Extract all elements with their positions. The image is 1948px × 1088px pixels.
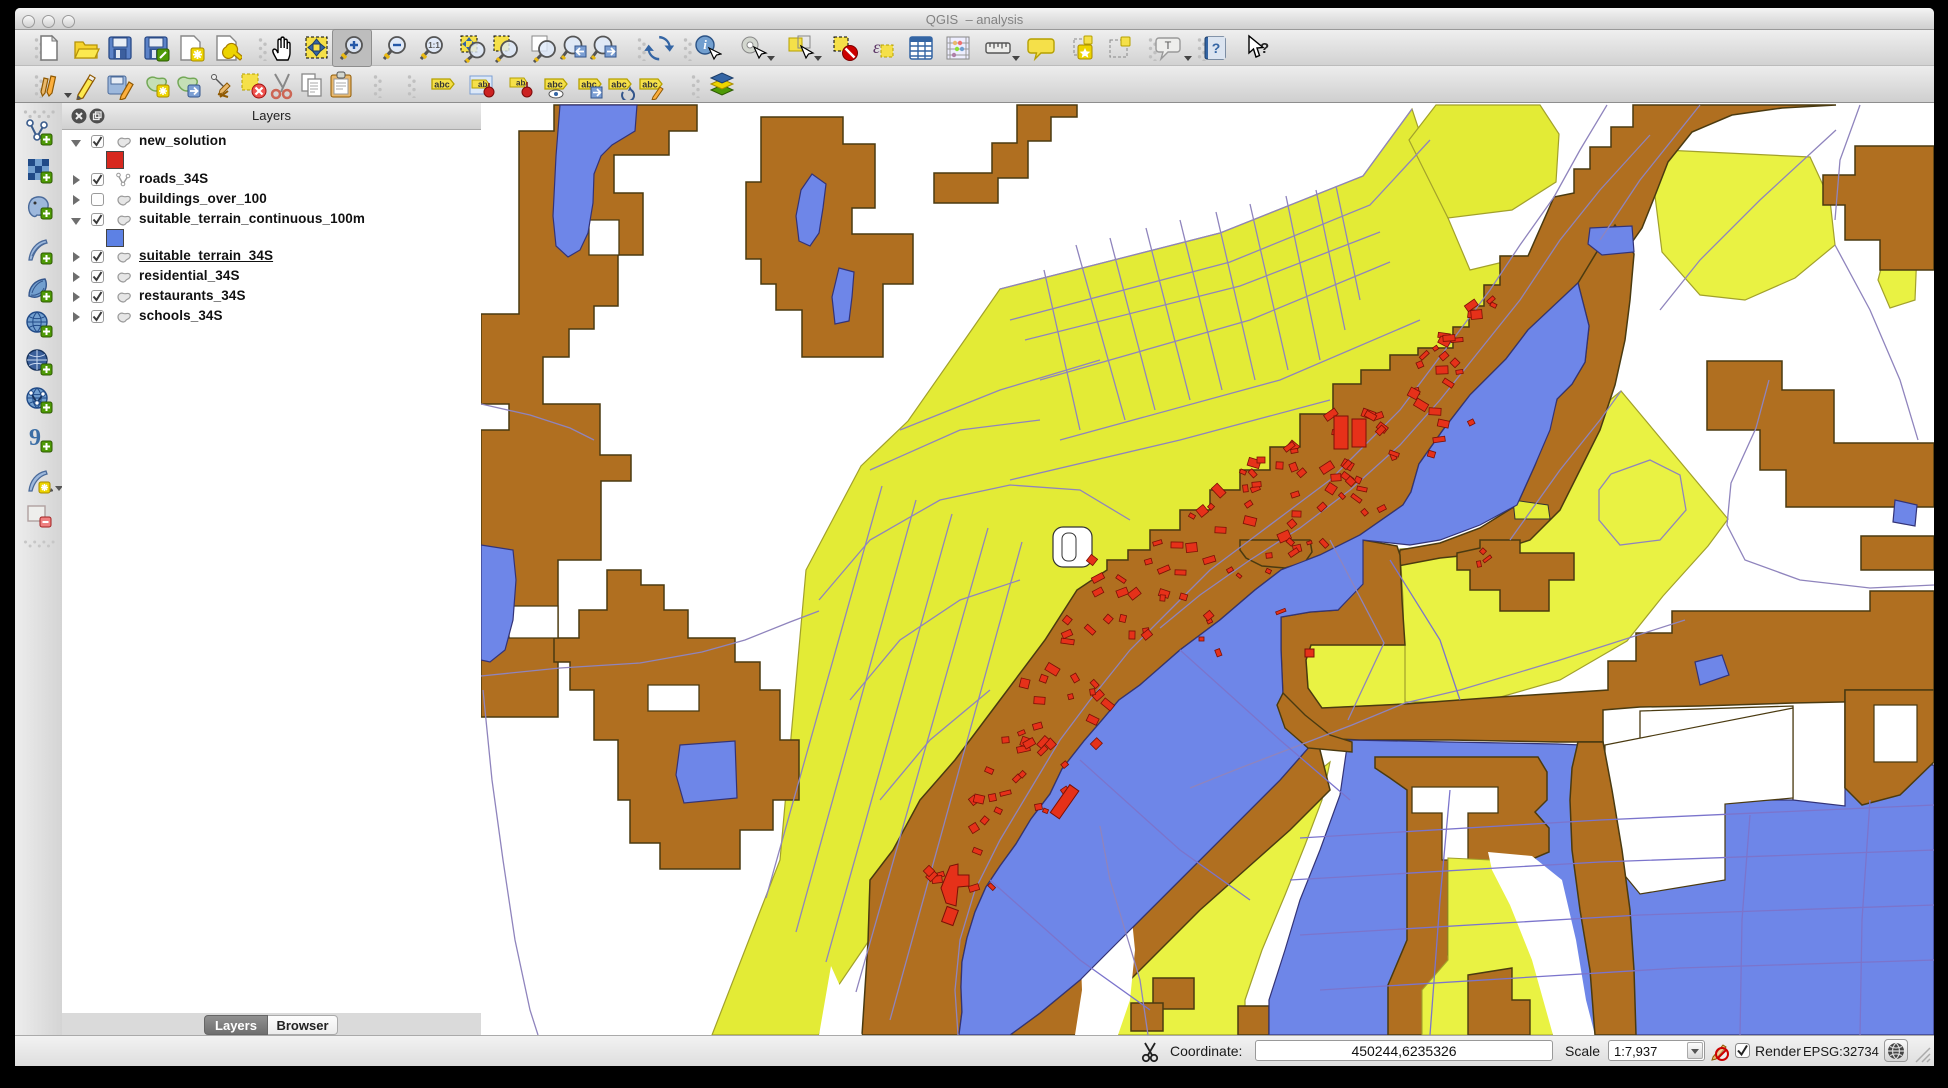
svg-text:ab: ab — [516, 79, 525, 88]
svg-text:9: 9 — [29, 425, 41, 451]
svg-text:1:1: 1:1 — [428, 41, 440, 50]
svg-text:abc: abc — [434, 80, 450, 90]
svg-text:?: ? — [1260, 40, 1269, 57]
svg-text:abc: abc — [642, 80, 658, 90]
svg-text:abc: abc — [611, 80, 627, 90]
svg-text:T: T — [1165, 40, 1172, 52]
svg-text:?: ? — [1212, 40, 1221, 56]
svg-text:ε: ε — [873, 37, 881, 57]
svg-text:abc: abc — [547, 80, 563, 90]
svg-text:i: i — [703, 37, 707, 52]
